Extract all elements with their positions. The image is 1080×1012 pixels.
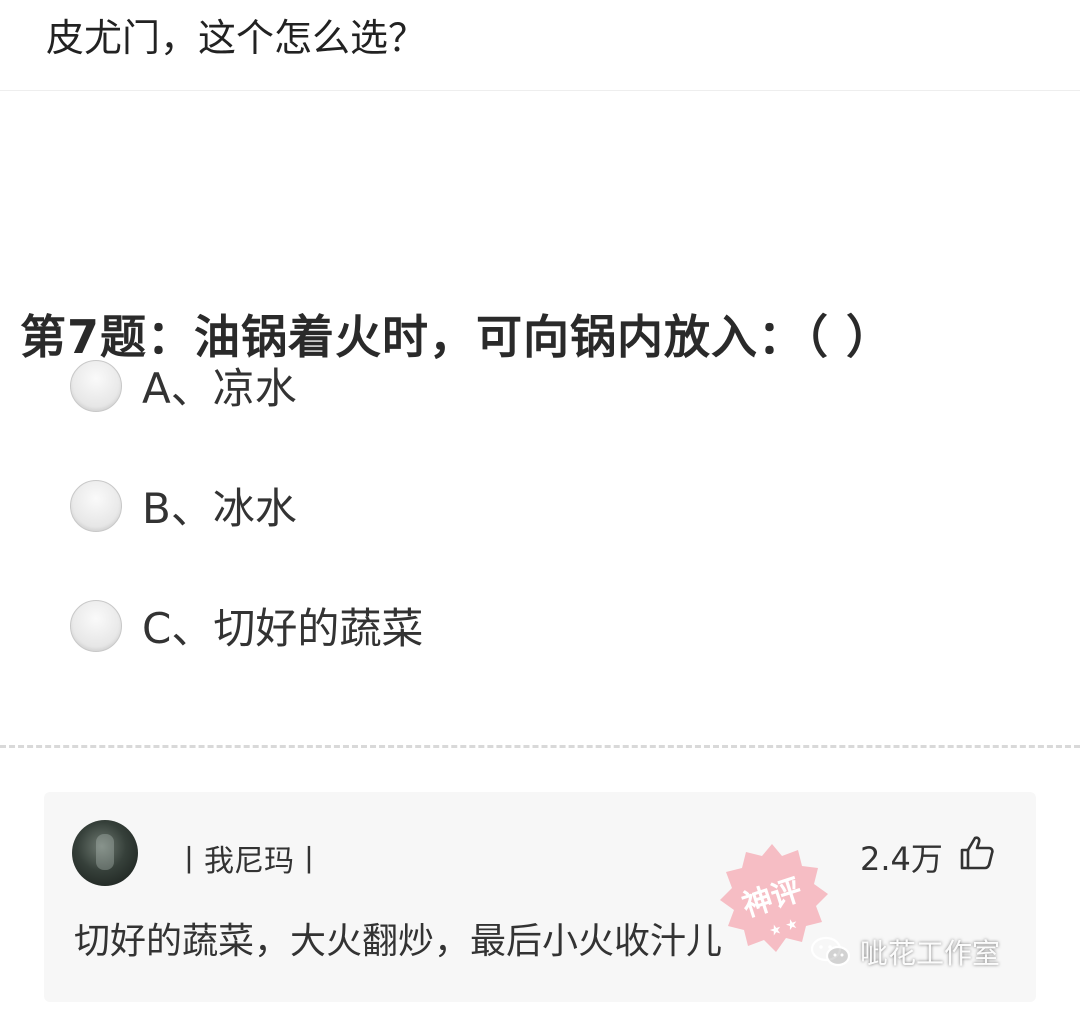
- comment-text: 切好的蔬菜，大火翻炒，最后小火收汁儿: [74, 921, 723, 962]
- wechat-icon: [810, 936, 851, 967]
- quiz-card: 第7题：油锅着火时，可向锅内放入：（ ） A、凉水 B、冰水 C、切好的蔬菜: [0, 90, 1080, 748]
- option-b-label: B、冰水: [142, 484, 297, 533]
- option-c-label: C、切好的蔬菜: [142, 604, 424, 653]
- radio-button-b[interactable]: [70, 479, 122, 532]
- radio-button-a[interactable]: [70, 359, 122, 412]
- thumbs-up-icon[interactable]: [958, 834, 996, 872]
- watermark: 呲花工作室: [810, 932, 1000, 972]
- option-a[interactable]: A、凉水: [70, 355, 297, 416]
- watermark-text: 呲花工作室: [859, 937, 1000, 970]
- user-avatar[interactable]: [72, 820, 138, 886]
- like-count: 2.4万: [860, 840, 943, 878]
- comment-card: 丨我尼玛丨 神评 ★ ★ 2.4万 切好的蔬菜，大火翻炒，最后小火收汁儿 呲花工…: [44, 792, 1036, 1002]
- radio-button-c[interactable]: [70, 599, 122, 652]
- comment-username[interactable]: 丨我尼玛丨: [174, 836, 324, 880]
- post-title: 皮尤门，这个怎么选？: [46, 16, 427, 60]
- option-a-label: A、凉水: [142, 364, 297, 413]
- option-b[interactable]: B、冰水: [70, 475, 297, 536]
- option-c[interactable]: C、切好的蔬菜: [70, 595, 423, 656]
